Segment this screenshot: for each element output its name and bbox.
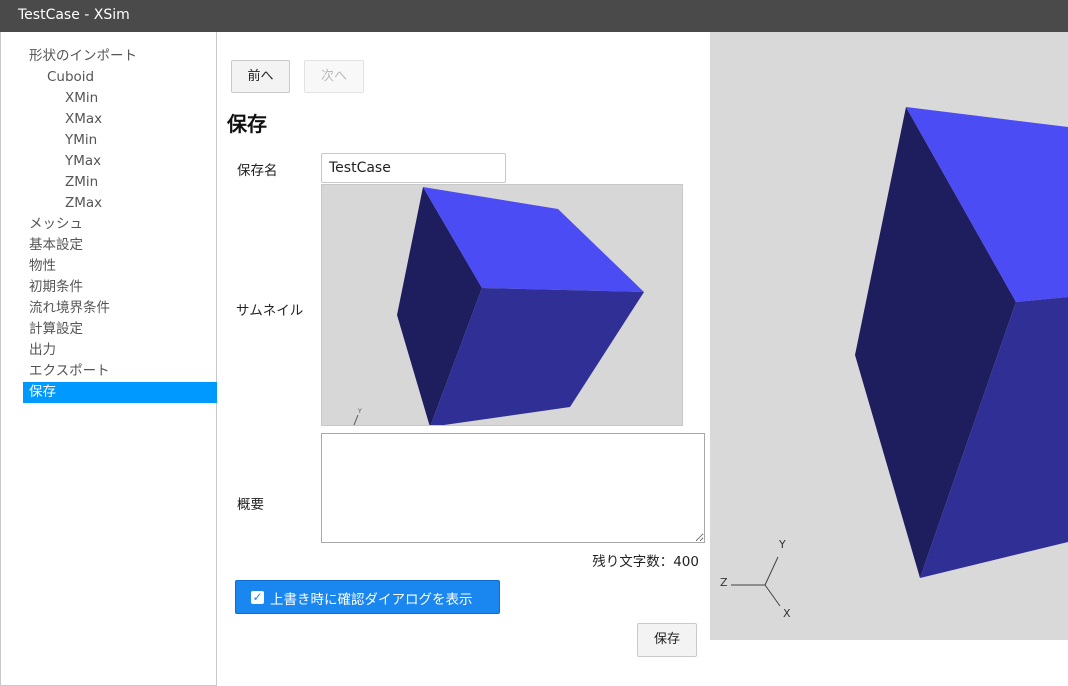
thumbnail-axis-line [353, 414, 359, 425]
x-axis-label: X [783, 607, 791, 620]
prev-button[interactable]: 前へ [231, 60, 290, 93]
next-button[interactable]: 次へ [304, 60, 364, 93]
sidebar-item[interactable]: 基本設定 [23, 235, 217, 256]
confirm-dialog-toggle[interactable]: ✓ 上書き時に確認ダイアログを表示 [235, 580, 500, 614]
section-title: 保存 [227, 112, 267, 136]
thumbnail-image: Y [321, 184, 683, 426]
z-axis-label: Z [720, 576, 728, 589]
save-button[interactable]: 保存 [637, 623, 697, 657]
navigation-tree: 形状のインポート Cuboid XMin XMax YMin YMax ZMin ZMax メッ… [23, 46, 217, 403]
sidebar-item[interactable]: エクスポート [23, 361, 217, 382]
x-axis-line [764, 584, 781, 607]
checkbox-checked-icon[interactable]: ✓ [251, 591, 264, 604]
sidebar-item[interactable]: Cuboid [23, 67, 217, 88]
sidebar-item[interactable]: YMin [23, 130, 217, 151]
sidebar-item[interactable]: ZMin [23, 172, 217, 193]
summary-label: 概要 [237, 497, 264, 513]
save-name-input[interactable] [321, 153, 506, 183]
summary-textarea[interactable] [321, 433, 705, 543]
sidebar-item[interactable]: メッシュ [23, 214, 217, 235]
3d-viewport[interactable]: Y Z X [710, 32, 1068, 640]
save-name-label: 保存名 [237, 163, 278, 179]
viewport-scene: Y Z X [720, 107, 1068, 620]
sidebar-item[interactable]: XMin [23, 88, 217, 109]
axis-triad: Y Z X [720, 538, 791, 620]
sidebar-item[interactable]: XMax [23, 109, 217, 130]
window-title: TestCase - XSim [0, 0, 1068, 32]
main-panel: 前へ 次へ 保存 保存名 サムネイル Y 概要 残り文字数：400 ✓ 上書き時… [217, 32, 710, 686]
sidebar-item[interactable]: YMax [23, 151, 217, 172]
thumbnail-cube: Y [353, 187, 644, 425]
sidebar-item[interactable]: ZMax [23, 193, 217, 214]
remaining-chars: 残り文字数：400 [592, 554, 699, 570]
y-axis-label: Y [778, 538, 786, 551]
sidebar-item[interactable]: 出力 [23, 340, 217, 361]
sidebar-item[interactable]: 物性 [23, 256, 217, 277]
sidebar-item[interactable]: 保存 [23, 382, 217, 403]
thumbnail-label: サムネイル [236, 303, 304, 319]
sidebar-item[interactable]: 計算設定 [23, 319, 217, 340]
thumbnail-axis-label: Y [357, 408, 362, 415]
sidebar-item[interactable]: 形状のインポート [23, 46, 217, 67]
y-axis-line [764, 556, 779, 586]
sidebar-item[interactable]: 初期条件 [23, 277, 217, 298]
confirm-dialog-label: 上書き時に確認ダイアログを表示 [270, 592, 473, 608]
sidebar-item[interactable]: 流れ境界条件 [23, 298, 217, 319]
sidebar: 形状のインポート Cuboid XMin XMax YMin YMax ZMin ZMax メッ… [0, 32, 217, 686]
